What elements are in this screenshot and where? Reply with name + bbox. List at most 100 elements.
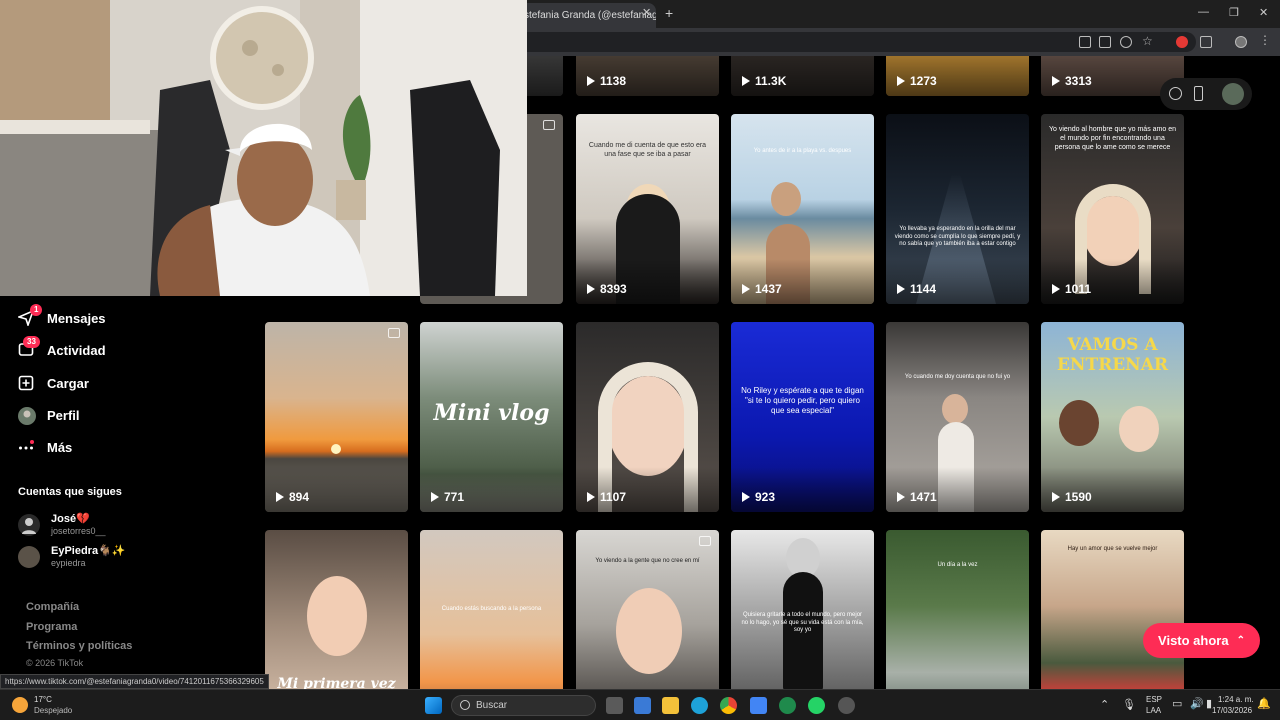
- video-card[interactable]: Hay un amor que se vuelve mejor: [1041, 530, 1184, 689]
- play-icon: [1052, 284, 1060, 294]
- video-card[interactable]: Yo llevaba ya esperando en la orilla del…: [886, 114, 1029, 304]
- video-caption: Cuando estás buscando a la persona: [441, 606, 542, 612]
- task-view-icon[interactable]: [606, 697, 623, 714]
- windows-taskbar: 17°C Despejado Buscar ⌃ 🎙 ESP LAA ▭ 🔊 ▮ …: [0, 689, 1280, 720]
- language-indicator[interactable]: ESP: [1146, 695, 1162, 704]
- bookmark-star-icon[interactable]: ☆: [1142, 34, 1154, 48]
- video-caption: Yo cuando me doy cuenta que no fui yo: [904, 374, 1011, 380]
- compass-icon[interactable]: [1169, 87, 1182, 100]
- chevron-up-icon[interactable]: ⌃: [1100, 698, 1109, 711]
- search-placeholder: Buscar: [476, 700, 508, 711]
- zoom-icon[interactable]: [1120, 36, 1132, 48]
- sidebar-item-perfil[interactable]: Perfil: [18, 404, 80, 426]
- play-icon: [431, 492, 439, 502]
- video-card[interactable]: Un día a la vez: [886, 530, 1029, 689]
- video-card[interactable]: Cuando estás buscando a la persona: [420, 530, 563, 689]
- carousel-icon: [388, 328, 400, 338]
- video-card[interactable]: No Riley y espérate a que te digan "si t…: [731, 322, 874, 512]
- extension-icon[interactable]: [1176, 36, 1188, 48]
- chrome-icon[interactable]: [720, 697, 737, 714]
- avatar[interactable]: [1222, 83, 1244, 105]
- video-title: VAMOS A ENTRENAR: [1056, 335, 1169, 375]
- omnibox[interactable]: [516, 32, 1196, 52]
- video-card[interactable]: 1107: [576, 322, 719, 512]
- video-card[interactable]: Yo viendo al hombre que yo más amo en el…: [1041, 114, 1184, 304]
- video-card[interactable]: Yo cuando me doy cuenta que no fui yo 14…: [886, 322, 1029, 512]
- video-card[interactable]: 1138: [576, 56, 719, 96]
- windows-start-icon[interactable]: [425, 697, 442, 714]
- sidebar-item-label: Actividad: [47, 342, 106, 358]
- video-card[interactable]: Quisiera gritarle a todo el mundo, pero …: [731, 530, 874, 689]
- video-card[interactable]: VAMOS A ENTRENAR 1590: [1041, 322, 1184, 512]
- view-count: 1437: [742, 282, 782, 296]
- sidebar-item-actividad[interactable]: 33 Actividad: [18, 336, 106, 361]
- play-icon: [1052, 76, 1060, 86]
- sidebar-item-mensajes[interactable]: 1 Mensajes: [16, 304, 106, 329]
- window-close-icon[interactable]: ✕: [1259, 6, 1268, 19]
- file-explorer-icon[interactable]: [662, 697, 679, 714]
- close-tab-icon[interactable]: ✕: [642, 6, 651, 19]
- carousel-icon: [543, 120, 555, 130]
- following-section-title: Cuentas que sigues: [18, 486, 122, 498]
- tab-title: stefania Granda (@estefaniag: [524, 10, 656, 21]
- play-icon: [742, 492, 750, 502]
- volume-icon[interactable]: 🔊: [1190, 697, 1204, 710]
- whatsapp-icon[interactable]: [808, 697, 825, 714]
- extensions-puzzle-icon[interactable]: [1200, 36, 1212, 48]
- view-count: 1273: [897, 74, 937, 88]
- view-count: 894: [276, 490, 309, 504]
- video-card[interactable]: Mi primera vez: [265, 530, 408, 689]
- video-card[interactable]: Cuando me di cuenta de que esto era una …: [576, 114, 719, 304]
- video-card[interactable]: 1273: [886, 56, 1029, 96]
- upload-icon: [18, 375, 34, 391]
- video-card[interactable]: Yo viendo a la gente que no cree en mí: [576, 530, 719, 689]
- browser-menu-icon[interactable]: ⋮: [1259, 33, 1271, 47]
- app-icon[interactable]: [779, 697, 796, 714]
- visto-ahora-button[interactable]: Visto ahora ⌃: [1143, 623, 1260, 658]
- play-icon: [897, 492, 905, 502]
- network-icon[interactable]: ▭: [1172, 697, 1182, 710]
- sidebar-item-cargar[interactable]: Cargar: [18, 372, 89, 394]
- new-tab-button[interactable]: +: [665, 5, 673, 21]
- minimize-icon[interactable]: ―: [1198, 6, 1209, 18]
- weather-icon[interactable]: [12, 697, 28, 713]
- play-icon: [897, 284, 905, 294]
- sidebar-item-mas[interactable]: Más: [18, 436, 72, 458]
- search-icon: [460, 700, 470, 710]
- video-card[interactable]: 11.3K: [731, 56, 874, 96]
- view-count: 1144: [897, 282, 936, 296]
- microphone-icon[interactable]: 🎙: [1122, 698, 1136, 711]
- footer-link-terminos[interactable]: Términos y políticas: [26, 640, 132, 652]
- install-app-icon[interactable]: [1099, 36, 1111, 48]
- link-status-bubble: https://www.tiktok.com/@estefaniagranda0…: [0, 674, 269, 689]
- taskbar-search[interactable]: Buscar: [451, 695, 596, 716]
- view-count: 1138: [587, 74, 626, 88]
- play-icon: [1052, 492, 1060, 502]
- notifications-icon[interactable]: 🔔: [1257, 697, 1271, 710]
- view-count: 771: [431, 490, 464, 504]
- profile-avatar-icon[interactable]: [1235, 36, 1247, 48]
- clock-time[interactable]: 1:24 a. m.: [1218, 695, 1254, 704]
- footer-link-compania[interactable]: Compañía: [26, 601, 79, 613]
- account-handle: josetorres0__: [51, 526, 106, 536]
- video-card[interactable]: 894: [265, 322, 408, 512]
- drive-icon[interactable]: [750, 697, 767, 714]
- restore-icon[interactable]: ❐: [1229, 6, 1239, 19]
- weather-temperature[interactable]: 17°C: [34, 695, 52, 704]
- store-icon[interactable]: [634, 697, 651, 714]
- video-caption: Hay un amor que se vuelve mejor: [1067, 546, 1158, 552]
- weather-condition: Despejado: [34, 706, 73, 715]
- browser-tab[interactable]: stefania Granda (@estefaniag: [516, 3, 656, 28]
- view-count: 8393: [587, 282, 627, 296]
- video-card[interactable]: Yo antes de ir a la playa vs. despues 14…: [731, 114, 874, 304]
- translate-icon[interactable]: [1079, 36, 1091, 48]
- play-icon: [587, 492, 595, 502]
- video-card[interactable]: Mini vlog 771: [420, 322, 563, 512]
- sidebar-item-label: Cargar: [47, 375, 89, 391]
- mobile-icon[interactable]: [1194, 86, 1203, 101]
- play-icon: [742, 76, 750, 86]
- app-icon[interactable]: [838, 697, 855, 714]
- footer-link-programa[interactable]: Programa: [26, 621, 77, 633]
- edge-icon[interactable]: [691, 697, 708, 714]
- avatar-icon: [18, 407, 36, 425]
